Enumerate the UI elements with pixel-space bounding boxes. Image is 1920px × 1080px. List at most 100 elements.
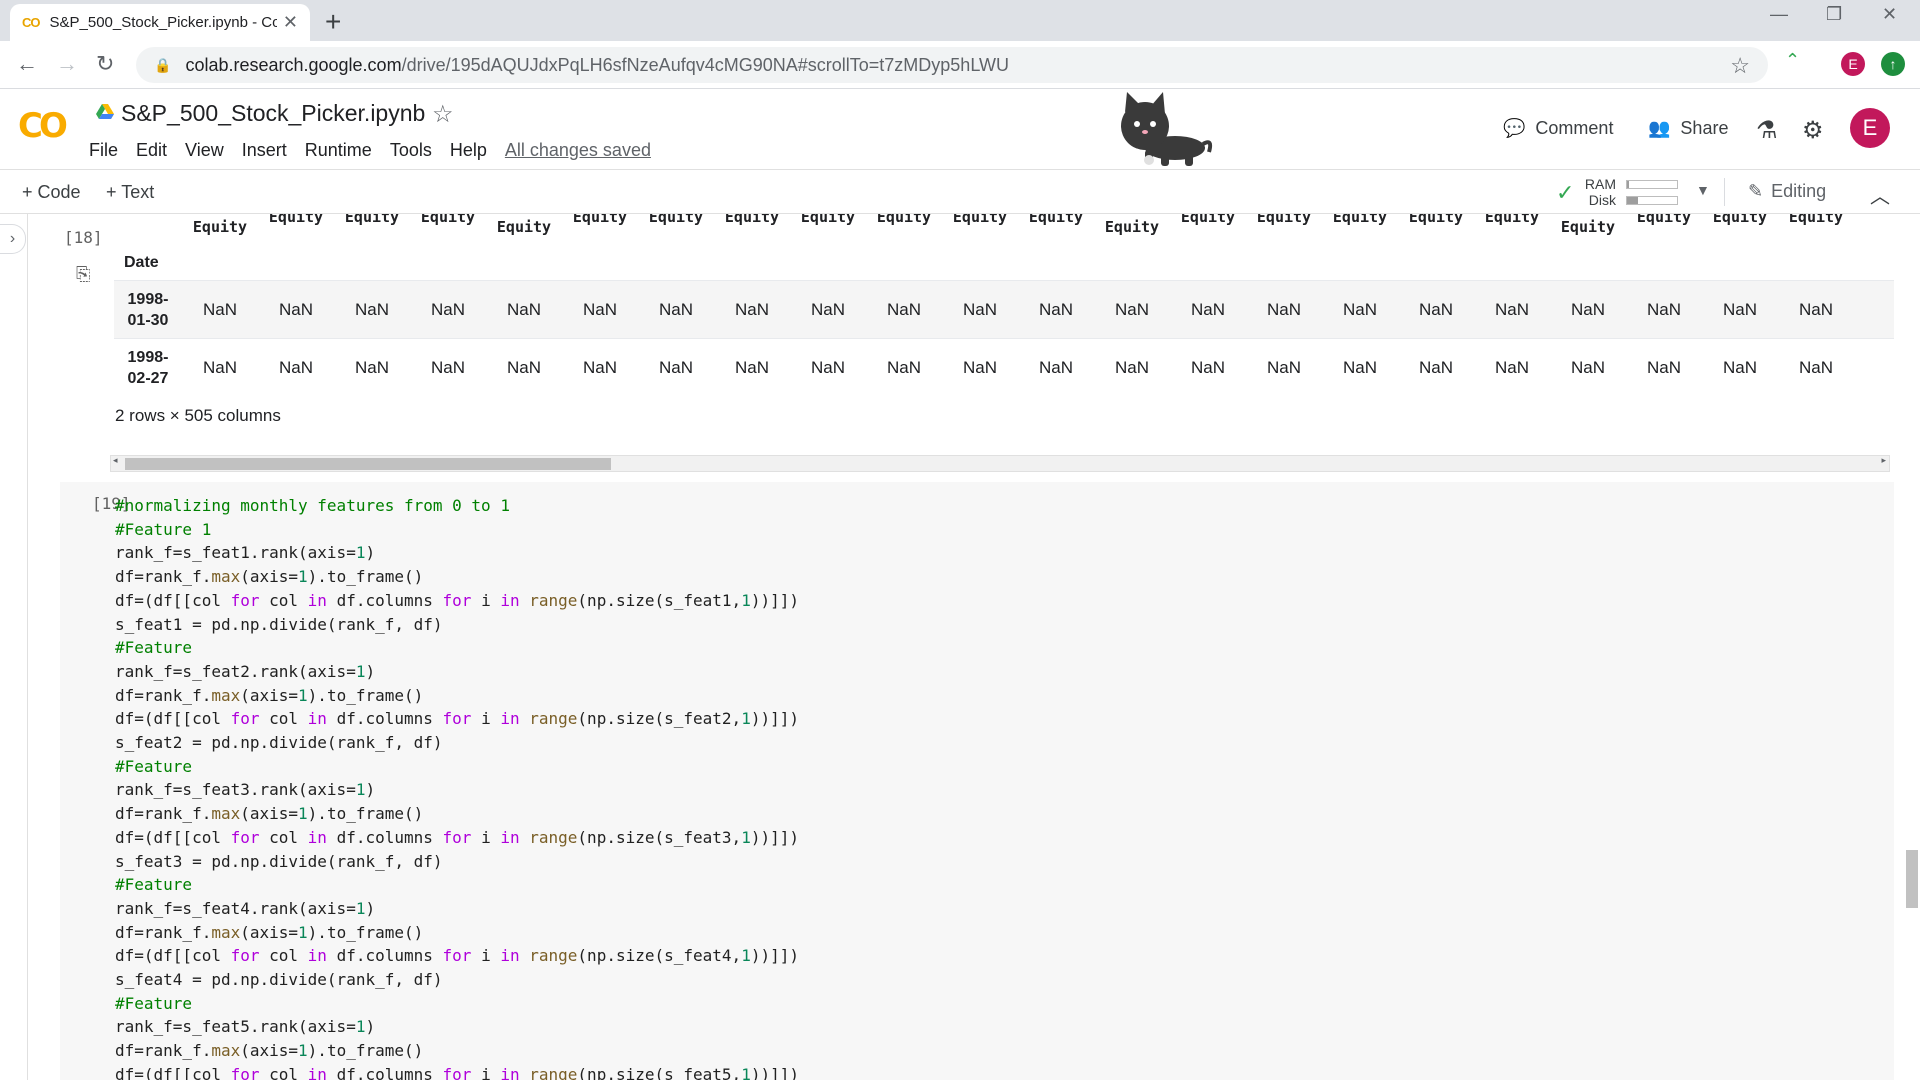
menu-tools[interactable]: Tools bbox=[390, 140, 432, 161]
left-side-rail: › bbox=[0, 214, 28, 1080]
code-token: max bbox=[211, 922, 241, 942]
code-line[interactable]: rank_f=s_feat1.rank(axis=1) bbox=[115, 541, 799, 565]
code-token: df.columns bbox=[326, 590, 443, 610]
code-line[interactable]: s_feat2 = pd.np.divide(rank_f, df) bbox=[115, 731, 799, 755]
code-token: in bbox=[307, 709, 327, 729]
table-cell: NaN bbox=[1266, 358, 1301, 377]
code-token: max bbox=[211, 804, 241, 824]
comment-icon: 💬 bbox=[1503, 118, 1526, 138]
code-line[interactable]: df=(df[[col for col in df.columns for i … bbox=[115, 826, 799, 850]
bookmark-star-icon[interactable]: ☆ bbox=[1730, 53, 1750, 79]
save-status-link[interactable]: All changes saved bbox=[505, 140, 651, 161]
lock-icon[interactable]: 🔒 bbox=[154, 57, 171, 74]
code-token: in bbox=[307, 1064, 327, 1080]
reload-icon[interactable]: ↻ bbox=[96, 51, 114, 77]
column-header: Equity bbox=[648, 214, 704, 226]
code-editor[interactable]: #normalizing monthly features from 0 to … bbox=[115, 494, 799, 1080]
chevron-down-icon[interactable]: ▼ bbox=[1696, 182, 1710, 198]
add-text-cell-button[interactable]: + Text bbox=[106, 182, 154, 203]
code-line[interactable]: #Feature bbox=[115, 873, 799, 897]
menu-edit[interactable]: Edit bbox=[136, 140, 167, 161]
code-token: #normalizing monthly features from 0 to … bbox=[115, 496, 510, 515]
code-token: (np.size(s_feat5, bbox=[577, 1064, 742, 1080]
add-code-cell-button[interactable]: + Code bbox=[22, 182, 81, 203]
code-line[interactable]: df=rank_f.max(axis=1).to_frame() bbox=[115, 565, 799, 589]
code-line[interactable]: df=(df[[col for col in df.columns for i … bbox=[115, 707, 799, 731]
scroll-left-icon[interactable]: ◂ bbox=[113, 455, 118, 466]
code-line[interactable]: rank_f=s_feat2.rank(axis=1) bbox=[115, 660, 799, 684]
output-icon[interactable]: ⎘ bbox=[76, 264, 90, 285]
menu-runtime[interactable]: Runtime bbox=[305, 140, 372, 161]
new-tab-icon[interactable]: + bbox=[325, 6, 341, 38]
horizontal-scrollbar-thumb[interactable] bbox=[125, 458, 611, 470]
table-cell: NaN bbox=[202, 358, 237, 377]
row-index-date: 1998- 02-27 bbox=[114, 339, 182, 397]
code-line[interactable]: df=rank_f.max(axis=1).to_frame() bbox=[115, 921, 799, 945]
menu-view[interactable]: View bbox=[185, 140, 224, 161]
restore-window-icon[interactable]: ❐ bbox=[1826, 4, 1842, 25]
close-tab-icon[interactable]: ✕ bbox=[283, 12, 298, 33]
table-cell: NaN bbox=[1190, 300, 1225, 319]
table-cell: NaN bbox=[1342, 300, 1377, 319]
chevron-up-icon[interactable]: ︿ bbox=[1870, 180, 1890, 209]
browser-tab-active[interactable]: CO S&P_500_Stock_Picker.ipynb - Co ✕ bbox=[10, 4, 310, 41]
menu-help[interactable]: Help bbox=[450, 140, 487, 161]
notebook-title[interactable]: S&P_500_Stock_Picker.ipynb bbox=[121, 100, 425, 127]
code-token: ).to_frame() bbox=[307, 685, 424, 705]
minimize-window-icon[interactable]: — bbox=[1770, 4, 1788, 25]
runtime-resources-indicator[interactable]: ✓ RAM Disk ▼ bbox=[1556, 174, 1716, 208]
table-cell: NaN bbox=[1798, 358, 1833, 377]
user-avatar[interactable]: E bbox=[1850, 108, 1890, 148]
code-token: 1 bbox=[298, 922, 308, 942]
menu-file[interactable]: File bbox=[89, 140, 118, 161]
code-line[interactable]: rank_f=s_feat3.rank(axis=1) bbox=[115, 778, 799, 802]
editing-mode-button[interactable]: ✎ Editing bbox=[1748, 181, 1826, 202]
code-line[interactable]: #Feature 1 bbox=[115, 518, 799, 542]
extension-icon[interactable]: ⌃ bbox=[1785, 50, 1800, 71]
code-line[interactable]: rank_f=s_feat4.rank(axis=1) bbox=[115, 897, 799, 921]
code-token: ) bbox=[365, 780, 376, 800]
arrow-right-icon[interactable]: → bbox=[56, 51, 78, 77]
expand-sidebar-icon[interactable]: › bbox=[0, 224, 26, 254]
url-omnibox[interactable]: 🔒 colab.research.google.com /drive/195dA… bbox=[136, 47, 1768, 83]
colab-logo[interactable]: CO bbox=[18, 106, 68, 146]
code-cell[interactable]: [19] #normalizing monthly features from … bbox=[60, 482, 1894, 1080]
code-line[interactable]: #Feature bbox=[115, 755, 799, 779]
code-line[interactable]: s_feat3 = pd.np.divide(rank_f, df) bbox=[115, 850, 799, 874]
browser-profile-avatar[interactable]: E bbox=[1841, 52, 1865, 76]
code-line[interactable]: s_feat1 = pd.np.divide(rank_f, df) bbox=[115, 613, 799, 637]
code-line[interactable]: #Feature bbox=[115, 636, 799, 660]
menu-insert[interactable]: Insert bbox=[242, 140, 287, 161]
code-line[interactable]: df=(df[[col for col in df.columns for i … bbox=[115, 589, 799, 613]
code-line[interactable]: #normalizing monthly features from 0 to … bbox=[115, 494, 799, 518]
notebook-cells[interactable]: [18] ⎘ Date Equity Equity Equity Equity Equi… bbox=[28, 214, 1908, 1080]
code-line[interactable]: df=(df[[col for col in df.columns for i … bbox=[115, 944, 799, 968]
row-date-monthday: 02-27 bbox=[127, 370, 169, 387]
code-token: 1 bbox=[298, 685, 308, 705]
code-line[interactable]: df=(df[[col for col in df.columns for i … bbox=[115, 1063, 799, 1080]
editing-label: Editing bbox=[1771, 181, 1827, 201]
google-drive-icon[interactable] bbox=[96, 104, 114, 120]
scroll-right-icon[interactable]: ▸ bbox=[1881, 455, 1886, 466]
table-cell: NaN bbox=[734, 300, 769, 319]
vertical-scrollbar-thumb[interactable] bbox=[1906, 850, 1918, 908]
table-cell: NaN bbox=[658, 358, 693, 377]
horizontal-scrollbar[interactable]: ◂ ▸ bbox=[110, 455, 1890, 472]
code-line[interactable]: rank_f=s_feat5.rank(axis=1) bbox=[115, 1015, 799, 1039]
update-icon[interactable]: ↑ bbox=[1881, 52, 1905, 76]
code-line[interactable]: df=rank_f.max(axis=1).to_frame() bbox=[115, 1039, 799, 1063]
comment-button[interactable]: 💬 Comment bbox=[1503, 118, 1613, 139]
code-line[interactable]: df=rank_f.max(axis=1).to_frame() bbox=[115, 684, 799, 708]
flask-icon[interactable]: ⚗ bbox=[1756, 116, 1778, 145]
table-cell: NaN bbox=[1038, 358, 1073, 377]
close-window-icon[interactable]: ✕ bbox=[1882, 4, 1897, 25]
share-button[interactable]: 👥 Share bbox=[1648, 118, 1728, 139]
arrow-left-icon[interactable]: ← bbox=[16, 51, 38, 77]
code-line[interactable]: #Feature bbox=[115, 992, 799, 1016]
code-token: df=(df[[col bbox=[115, 590, 231, 610]
code-line[interactable]: df=rank_f.max(axis=1).to_frame() bbox=[115, 802, 799, 826]
gear-icon[interactable]: ⚙ bbox=[1802, 116, 1824, 145]
code-line[interactable]: s_feat4 = pd.np.divide(rank_f, df) bbox=[115, 968, 799, 992]
star-notebook-icon[interactable]: ☆ bbox=[432, 100, 454, 129]
